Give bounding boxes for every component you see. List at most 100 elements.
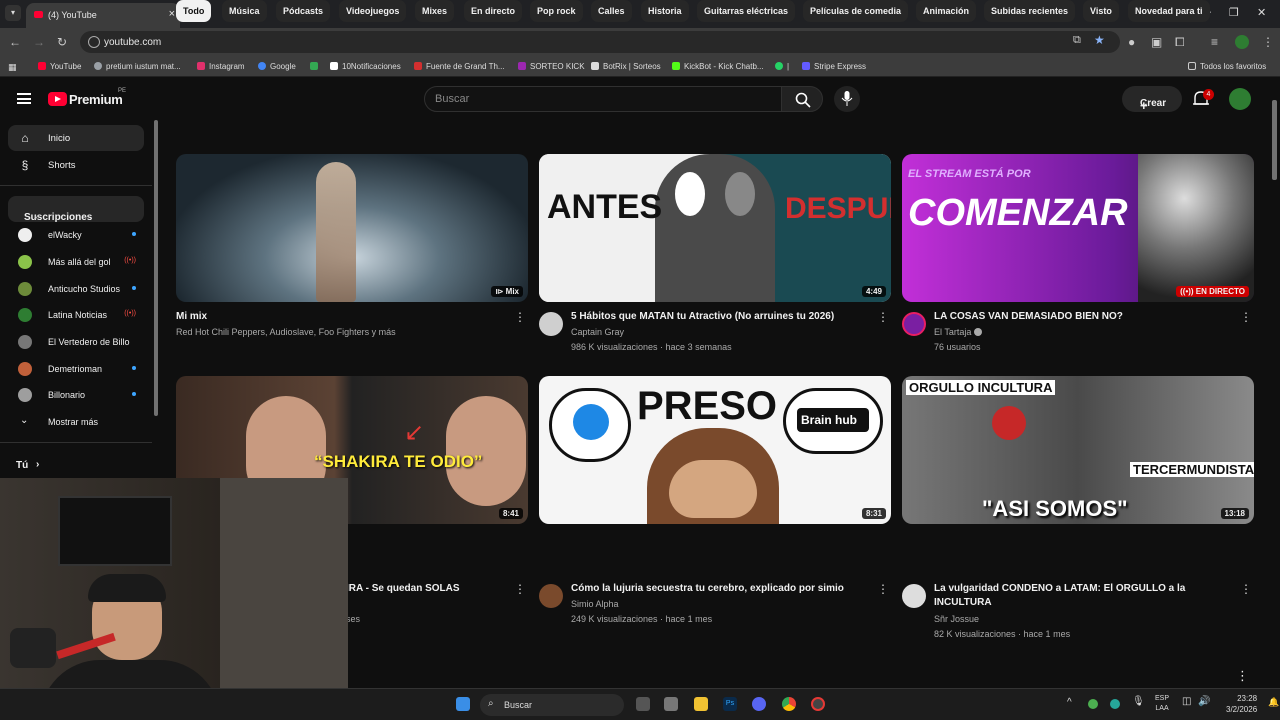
extensions-puzzle-icon[interactable]: ⧠: [1175, 35, 1185, 50]
video-title[interactable]: LA COSAS VAN DEMASIADO BIEN NO?: [934, 310, 1230, 324]
search-button[interactable]: [781, 86, 823, 112]
sidebar-item-shorts[interactable]: § Shorts: [8, 152, 144, 178]
menu-kebab-icon[interactable]: ⋮: [1262, 35, 1274, 49]
chip-mixes[interactable]: Mixes: [415, 0, 455, 22]
more-options-icon[interactable]: ⋮: [1236, 668, 1249, 684]
video-thumbnail[interactable]: ORGULLO INCULTURA TERCERMUNDISTA "ASI SO…: [902, 376, 1254, 524]
subscription-item[interactable]: El Vertedero de Billo: [8, 329, 144, 355]
subscription-item[interactable]: Billonario: [8, 382, 144, 408]
forward-icon[interactable]: →: [33, 35, 45, 49]
tab-search-icon[interactable]: ▾: [5, 5, 21, 21]
subscription-item[interactable]: Latina Noticias ((•)): [8, 302, 144, 328]
video-title[interactable]: La vulgaridad CONDENO a LATAM: El ORGULL…: [934, 582, 1230, 610]
tray-expand-icon[interactable]: ^: [1067, 697, 1072, 708]
search-input[interactable]: Buscar: [424, 86, 782, 112]
video-thumbnail[interactable]: ⧐ Mix: [176, 154, 528, 302]
windows-start-icon[interactable]: [456, 697, 470, 711]
task-view-icon[interactable]: [636, 697, 650, 711]
app-icon[interactable]: [811, 697, 825, 711]
app-icon[interactable]: [664, 697, 678, 711]
create-button[interactable]: + Crear: [1122, 86, 1182, 113]
close-tab-icon[interactable]: ×: [169, 8, 175, 20]
bookmark-extra[interactable]: [310, 62, 322, 71]
more-options-icon[interactable]: ⋮: [1240, 310, 1252, 324]
extension-icon-2[interactable]: ▣: [1151, 35, 1162, 49]
taskbar-search[interactable]: ⌕ Buscar: [480, 694, 624, 716]
install-icon[interactable]: ⧉: [1073, 34, 1081, 47]
video-thumbnail[interactable]: EL STREAM ESTÁ POR COMENZAR ((•)) EN DIR…: [902, 154, 1254, 302]
bookmark-gta[interactable]: Fuente de Grand Th...: [414, 62, 505, 71]
video-thumbnail[interactable]: ANTES DESPUES 4:49: [539, 154, 891, 302]
video-title[interactable]: Cómo la lujuria secuestra tu cerebro, ex…: [571, 582, 867, 596]
chrome-icon[interactable]: [782, 697, 796, 711]
page-scrollbar[interactable]: [1272, 100, 1277, 180]
subscriptions-heading[interactable]: Suscripciones ›: [8, 196, 144, 223]
chip-novedad[interactable]: Novedad para ti: [1128, 0, 1210, 22]
profile-avatar[interactable]: [1235, 35, 1249, 49]
all-bookmarks[interactable]: Todos los favoritos: [1188, 62, 1266, 71]
discord-icon[interactable]: [752, 697, 766, 711]
restore-icon[interactable]: ❐: [1229, 6, 1239, 19]
chip-guitarras[interactable]: Guitarras eléctricas: [697, 0, 796, 22]
video-channel[interactable]: Sñr Jossue: [934, 614, 979, 624]
tray-app-icon[interactable]: [1088, 699, 1098, 709]
more-options-icon[interactable]: ⋮: [514, 582, 526, 596]
photoshop-icon[interactable]: Ps: [723, 697, 737, 711]
video-thumbnail[interactable]: Brain hub PRESO 8:31: [539, 376, 891, 524]
file-explorer-icon[interactable]: [694, 697, 708, 711]
subscription-item[interactable]: Más allá del gol ((•)): [8, 249, 144, 275]
video-title[interactable]: Mi mix: [176, 310, 472, 324]
browser-tab[interactable]: (4) YouTube ×: [26, 3, 180, 28]
volume-icon[interactable]: 🔊: [1198, 696, 1210, 707]
chip-videojuegos[interactable]: Videojuegos: [339, 0, 407, 22]
bookmark-botrix[interactable]: BotRix | Sorteos: [591, 62, 661, 71]
chip-historia[interactable]: Historia: [641, 0, 689, 22]
extension-icon[interactable]: ●: [1128, 35, 1135, 49]
channel-avatar[interactable]: [902, 584, 926, 608]
bookmark-pretium[interactable]: pretium iustum mat...: [94, 62, 181, 71]
chip-en-directo[interactable]: En directo: [464, 0, 523, 22]
channel-avatar[interactable]: [902, 312, 926, 336]
taskbar-clock[interactable]: 23:28 3/2/2026: [1226, 693, 1257, 715]
bookmark-instagram[interactable]: Instagram: [197, 62, 245, 71]
channel-avatar[interactable]: [539, 584, 563, 608]
bookmark-sorteo[interactable]: SORTEO KICK: [518, 62, 585, 71]
chip-visto[interactable]: Visto: [1083, 0, 1119, 22]
video-channel[interactable]: Red Hot Chili Peppers, Audioslave, Foo F…: [176, 327, 396, 337]
chip-animacion[interactable]: Animación: [916, 0, 977, 22]
chip-musica[interactable]: Música: [222, 0, 267, 22]
chip-todo[interactable]: Todo: [176, 0, 212, 22]
bookmark-kickbot[interactable]: KickBot - Kick Chatb...: [672, 62, 764, 71]
video-channel[interactable]: El Tartaja: [934, 327, 982, 337]
chip-subidas[interactable]: Subidas recientes: [984, 0, 1076, 22]
back-icon[interactable]: ←: [9, 35, 21, 49]
language-indicator[interactable]: ESP LAA: [1155, 694, 1169, 714]
video-title[interactable]: 5 Hábitos que MATAN tu Atractivo (No arr…: [571, 310, 867, 324]
media-icon[interactable]: ≡: [1211, 35, 1218, 49]
notification-center-icon[interactable]: 🔔: [1268, 697, 1279, 708]
video-channel[interactable]: Captain Gray: [571, 327, 624, 337]
chip-calles[interactable]: Calles: [591, 0, 632, 22]
subscription-item[interactable]: elWacky: [8, 222, 144, 248]
subscription-item[interactable]: Anticucho Studios: [8, 276, 144, 302]
channel-avatar[interactable]: [539, 312, 563, 336]
more-options-icon[interactable]: ⋮: [877, 582, 889, 596]
more-options-icon[interactable]: ⋮: [514, 310, 526, 324]
reload-icon[interactable]: ↻: [57, 35, 67, 49]
subscription-item[interactable]: Demetrioman: [8, 356, 144, 382]
bookmark-star-icon[interactable]: ★: [1094, 33, 1105, 47]
account-avatar[interactable]: [1229, 88, 1251, 110]
bookmark-x[interactable]: 10Notificaciones: [330, 62, 401, 71]
chip-pop-rock[interactable]: Pop rock: [530, 0, 583, 22]
close-window-icon[interactable]: ✕: [1257, 6, 1266, 19]
address-bar[interactable]: youtube.com ⧉ ★: [80, 31, 1120, 53]
bookmark-youtube[interactable]: YouTube: [38, 62, 81, 71]
menu-hamburger-icon[interactable]: [17, 93, 31, 104]
network-icon[interactable]: ◫: [1182, 696, 1191, 707]
tray-app-icon[interactable]: [1110, 699, 1120, 709]
microphone-tray-icon[interactable]: 🎙: [1132, 696, 1145, 707]
sidebar-scrollbar[interactable]: [154, 120, 158, 416]
bookmark-whatsapp[interactable]: |: [775, 62, 789, 71]
bookmark-stripe[interactable]: Stripe Express: [802, 62, 866, 71]
bookmark-google[interactable]: Google: [258, 62, 296, 71]
